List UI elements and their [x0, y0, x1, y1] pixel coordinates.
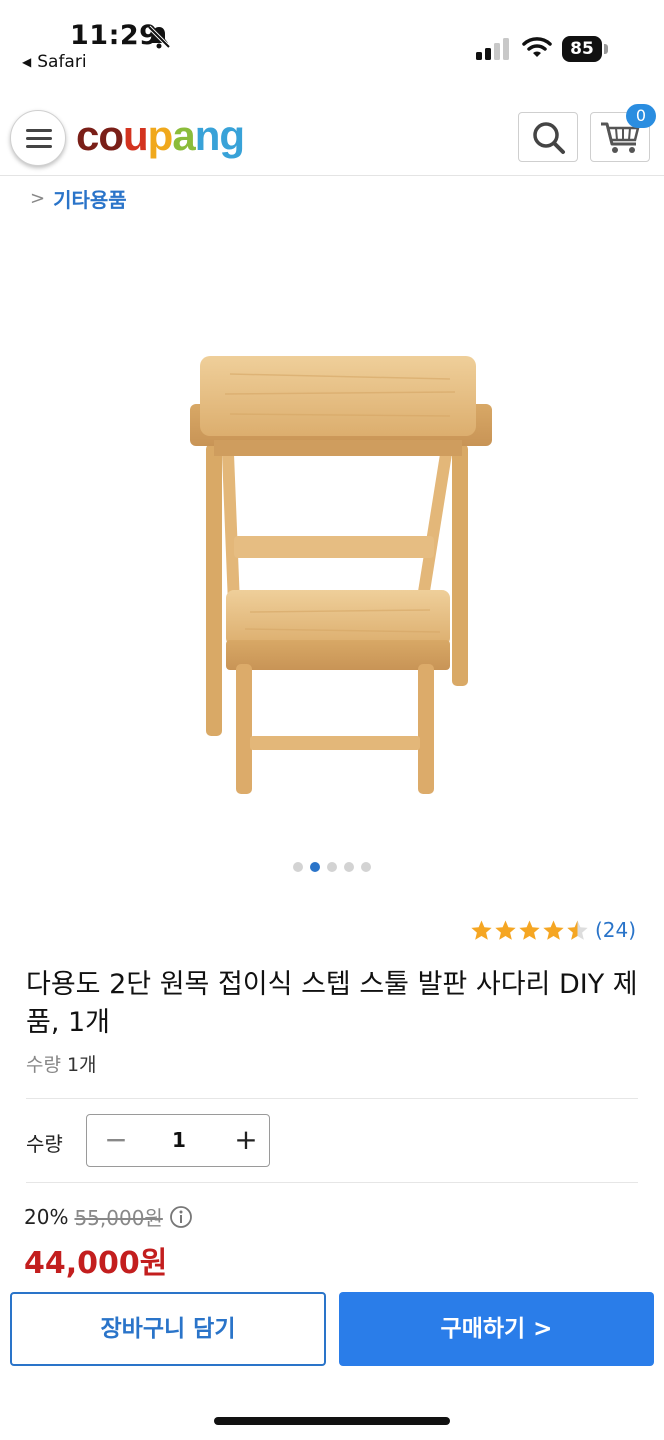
buy-now-button[interactable]: 구매하기 >	[339, 1292, 654, 1366]
gallery-dot[interactable]	[344, 862, 354, 872]
bell-slash-icon	[147, 25, 171, 49]
gallery-dot[interactable]	[361, 862, 371, 872]
gallery-dot-active[interactable]	[310, 862, 320, 872]
option-value: 1개	[66, 1054, 97, 1076]
gallery-dot[interactable]	[327, 862, 337, 872]
logo-letter: g	[219, 112, 245, 159]
final-price: 44,000원	[24, 1246, 168, 1281]
divider	[26, 1182, 638, 1183]
menu-icon	[26, 129, 52, 132]
site-header: coupang	[0, 100, 664, 176]
product-image[interactable]	[0, 244, 664, 844]
star-half-icon	[567, 919, 588, 940]
chevron-right-icon: >	[30, 187, 46, 209]
menu-button[interactable]	[10, 110, 66, 166]
coupang-logo[interactable]: coupang	[76, 112, 245, 160]
quantity-value[interactable]: 1	[147, 1125, 211, 1155]
product-title: 다용도 2단 원목 접이식 스텝 스툴 발판 사다리 DIY 제품, 1개	[26, 969, 638, 1038]
gallery-dot[interactable]	[293, 862, 303, 872]
logo-letter: c	[76, 112, 99, 159]
logo-letter: o	[98, 112, 124, 159]
discount-rate: 20%	[24, 1204, 69, 1229]
rating-count[interactable]: (24)	[595, 918, 636, 942]
quantity-stepper: − 1 +	[86, 1114, 270, 1167]
status-bar: 11:29 ◀ Safari 85	[0, 0, 664, 96]
logo-letter: u	[123, 112, 149, 159]
star-full-icon	[495, 919, 516, 940]
option-summary: 수량 1개	[26, 1050, 97, 1077]
quantity-increase-button[interactable]: +	[231, 1125, 261, 1155]
divider	[26, 1098, 638, 1099]
price-row: 20% 55,000원	[24, 1202, 193, 1231]
logo-letter: p	[147, 112, 174, 159]
quantity-decrease-button[interactable]: −	[101, 1125, 131, 1155]
add-to-cart-button[interactable]: 장바구니 담기	[10, 1292, 326, 1366]
home-indicator[interactable]	[214, 1417, 450, 1425]
breadcrumb-category-link[interactable]: 기타용품	[53, 184, 127, 213]
search-icon	[533, 122, 565, 154]
back-to-safari-link[interactable]: ◀ Safari	[22, 52, 87, 72]
cart-count-badge: 0	[626, 104, 656, 128]
star-full-icon	[519, 919, 540, 940]
back-app-label: Safari	[37, 52, 87, 72]
search-button[interactable]	[518, 112, 578, 162]
original-price: 55,000원	[74, 1206, 163, 1230]
product-rating[interactable]: (24)	[470, 918, 636, 942]
logo-letter: a	[172, 112, 195, 159]
wifi-icon	[522, 37, 552, 57]
option-label: 수량	[26, 1054, 61, 1076]
star-full-icon	[471, 919, 492, 940]
battery-icon: 85	[562, 36, 608, 62]
logo-letter: n	[194, 112, 221, 159]
signal-icon	[476, 38, 509, 60]
star-full-icon	[543, 919, 564, 940]
quantity-label: 수량	[26, 1132, 63, 1156]
gallery-pagination	[0, 862, 664, 872]
back-triangle-icon: ◀	[22, 55, 32, 69]
rating-stars	[470, 919, 589, 942]
battery-level: 85	[562, 36, 602, 62]
breadcrumb: > 기타용품	[30, 184, 127, 212]
info-icon[interactable]	[169, 1205, 193, 1229]
